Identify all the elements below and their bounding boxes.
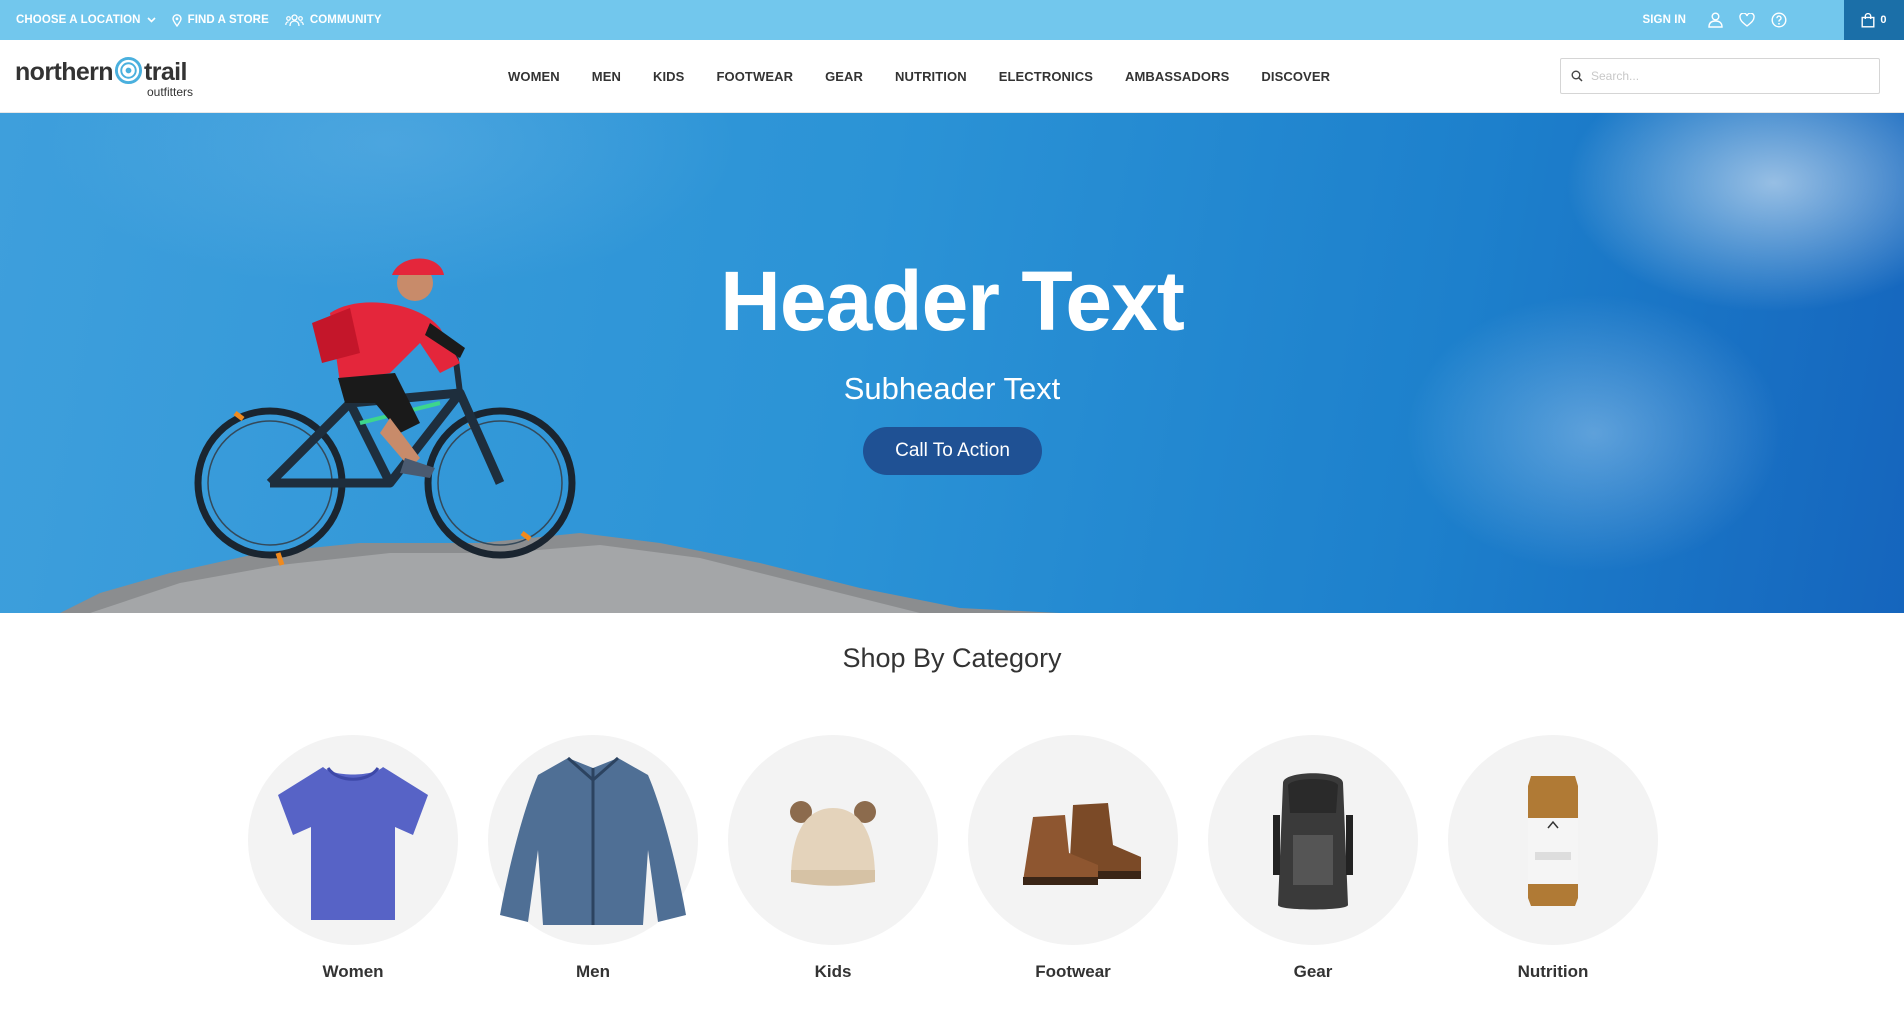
logo-word-trail: trail bbox=[143, 58, 187, 86]
category-list: Women Men Kids Footwear Gear Nutrition bbox=[248, 735, 1658, 995]
category-men[interactable]: Men bbox=[488, 735, 698, 982]
search-icon bbox=[1571, 70, 1583, 82]
logo-wordmark: northern trail bbox=[15, 56, 187, 87]
boots-icon bbox=[1023, 803, 1141, 885]
shopping-bag-icon bbox=[1861, 12, 1875, 28]
utility-bar: CHOOSE A LOCATION FIND A STORE COMMUNITY… bbox=[0, 0, 1904, 40]
nav-ambassadors[interactable]: AMBASSADORS bbox=[1125, 69, 1229, 84]
category-nutrition[interactable]: Nutrition bbox=[1448, 735, 1658, 982]
search-input[interactable] bbox=[1591, 69, 1871, 83]
nav-women[interactable]: WOMEN bbox=[508, 69, 560, 84]
nav-footwear[interactable]: FOOTWEAR bbox=[716, 69, 793, 84]
category-footwear[interactable]: Footwear bbox=[968, 735, 1178, 982]
nav-men[interactable]: MEN bbox=[592, 69, 621, 84]
shop-by-category-heading: Shop By Category bbox=[842, 643, 1062, 673]
can-icon bbox=[1528, 776, 1578, 906]
hero-title: Header Text bbox=[720, 254, 1185, 348]
category-label: Kids bbox=[814, 962, 852, 981]
category-label: Women bbox=[322, 962, 384, 981]
find-store-label: FIND A STORE bbox=[187, 14, 269, 26]
category-women[interactable]: Women bbox=[248, 735, 458, 982]
jacket-icon bbox=[500, 756, 686, 925]
help-icon[interactable] bbox=[1770, 11, 1788, 29]
main-navbar: northern trail outfitters WOMEN MEN KIDS … bbox=[0, 40, 1904, 113]
primary-nav: WOMEN MEN KIDS FOOTWEAR GEAR NUTRITION E… bbox=[508, 40, 1362, 113]
t-shirt-icon bbox=[278, 767, 428, 920]
nav-nutrition[interactable]: NUTRITION bbox=[895, 69, 967, 84]
category-label: Gear bbox=[1293, 962, 1333, 981]
chevron-down-icon bbox=[147, 17, 156, 23]
category-image bbox=[968, 735, 1178, 945]
hero-banner: Header Text Subheader Text Call To Actio… bbox=[0, 113, 1904, 613]
find-store-link[interactable]: FIND A STORE bbox=[171, 13, 269, 27]
nav-electronics[interactable]: ELECTRONICS bbox=[999, 69, 1093, 84]
backpack-icon bbox=[1273, 773, 1353, 910]
community-link[interactable]: COMMUNITY bbox=[285, 13, 382, 27]
nav-discover[interactable]: DISCOVER bbox=[1261, 69, 1330, 84]
utility-right: SIGN IN bbox=[1642, 0, 1788, 40]
choose-location-dropdown[interactable]: CHOOSE A LOCATION bbox=[16, 14, 156, 26]
logo-word-northern: northern bbox=[15, 58, 114, 86]
location-pin-icon bbox=[171, 13, 182, 27]
category-image bbox=[488, 735, 698, 945]
choose-location-label: CHOOSE A LOCATION bbox=[16, 14, 141, 26]
beanie-icon bbox=[790, 801, 876, 886]
cart-count: 0 bbox=[1880, 14, 1887, 26]
category-image bbox=[248, 735, 458, 945]
cart-button[interactable]: 0 bbox=[1844, 0, 1904, 40]
category-label: Footwear bbox=[1035, 962, 1111, 981]
sign-in-link[interactable]: SIGN IN bbox=[1642, 14, 1686, 26]
hero-subtitle: Subheader Text bbox=[843, 371, 1061, 406]
nav-kids[interactable]: KIDS bbox=[653, 69, 684, 84]
northern-trail-logo[interactable]: northern trail outfitters bbox=[15, 56, 205, 99]
category-image bbox=[1448, 735, 1658, 945]
wishlist-heart-icon[interactable] bbox=[1738, 11, 1756, 29]
logo-ring-icon bbox=[114, 56, 143, 85]
call-to-action-button[interactable]: Call To Action bbox=[863, 427, 1042, 475]
logo-subtitle: outfitters bbox=[147, 85, 194, 99]
account-icon[interactable] bbox=[1706, 11, 1724, 29]
community-people-icon bbox=[285, 13, 304, 26]
category-image bbox=[1208, 735, 1418, 945]
utility-left: CHOOSE A LOCATION FIND A STORE COMMUNITY bbox=[16, 0, 382, 40]
nav-gear[interactable]: GEAR bbox=[825, 69, 863, 84]
community-label: COMMUNITY bbox=[309, 14, 382, 26]
category-image bbox=[728, 735, 938, 945]
category-label: Nutrition bbox=[1517, 962, 1589, 981]
search-box bbox=[1560, 58, 1880, 94]
category-gear[interactable]: Gear bbox=[1208, 735, 1418, 982]
category-kids[interactable]: Kids bbox=[728, 735, 938, 982]
category-label: Men bbox=[576, 962, 610, 981]
